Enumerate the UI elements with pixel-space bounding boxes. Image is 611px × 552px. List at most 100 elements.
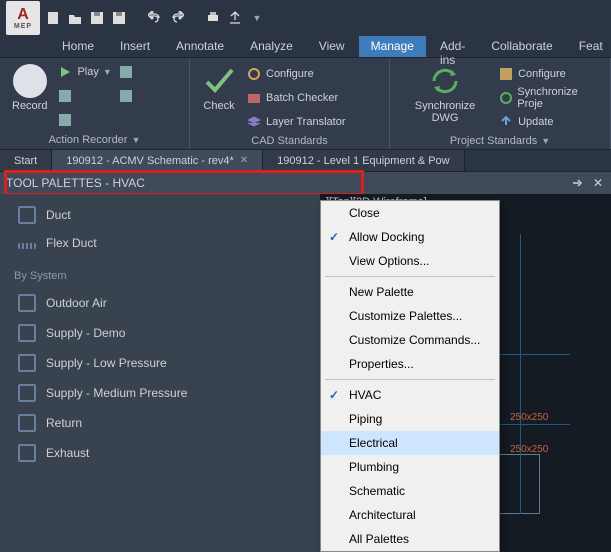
drawing-tab-acmv[interactable]: 190912 - ACMV Schematic - rev4* ✕ (52, 150, 263, 171)
sync-dwg-button[interactable]: Synchronize DWG (398, 62, 492, 126)
square-icon (118, 64, 134, 80)
redo-icon[interactable] (168, 9, 186, 27)
panel-label-cad-standards: CAD Standards (198, 132, 381, 149)
recorder-opt3[interactable] (118, 62, 134, 82)
context-menu-item-architectural[interactable]: Architectural (321, 503, 499, 527)
gear-icon (246, 66, 262, 82)
recorder-opt4[interactable] (118, 86, 134, 106)
undo-icon[interactable] (146, 9, 164, 27)
context-menu-item-allow-docking[interactable]: Allow Docking (321, 225, 499, 249)
update-icon (498, 114, 514, 130)
open-icon[interactable] (66, 9, 84, 27)
ribbon-tab-annotate[interactable]: Annotate (164, 36, 236, 57)
ribbon-tab-insert[interactable]: Insert (108, 36, 162, 57)
ribbon-tab-collaborate[interactable]: Collaborate (479, 36, 564, 57)
play-label: Play (77, 66, 98, 78)
pin-icon[interactable] (571, 177, 585, 189)
context-menu-separator (325, 276, 495, 277)
duct-icon (18, 354, 36, 372)
duct-icon (18, 324, 36, 342)
ribbon-tab-analyze[interactable]: Analyze (238, 36, 305, 57)
ribbon-body: Record Play ▼ Action Recorder ▼ (0, 58, 611, 150)
app-logo: A MEP (6, 1, 40, 35)
app-logo-sub: MEP (14, 23, 32, 30)
saveas-icon[interactable] (110, 9, 128, 27)
app-logo-letter: A (17, 7, 29, 23)
close-icon[interactable]: ✕ (240, 155, 248, 166)
duct-icon (18, 444, 36, 462)
context-menu-item-properties[interactable]: Properties... (321, 352, 499, 376)
context-menu-item-customize-commands[interactable]: Customize Commands... (321, 328, 499, 352)
save-icon[interactable] (88, 9, 106, 27)
quick-access-toolbar: ▼ (44, 9, 266, 27)
layer-translator-button[interactable]: Layer Translator (246, 112, 345, 132)
panel-cad-standards: Check Configure Batch Checker Layer Tran… (190, 58, 390, 149)
panel-label-project-standards[interactable]: Project Standards ▼ (398, 132, 602, 149)
record-button[interactable]: Record (8, 62, 51, 114)
chevron-down-icon: ▼ (541, 136, 550, 146)
print-icon[interactable] (204, 9, 222, 27)
duct-icon (18, 206, 36, 224)
palette-item-duct[interactable]: Duct (0, 200, 320, 230)
close-icon[interactable]: ✕ (591, 176, 605, 190)
square-icon (118, 88, 134, 104)
ribbon-tab-manage[interactable]: Manage (359, 36, 426, 57)
context-menu-item-close[interactable]: Close (321, 201, 499, 225)
check-button[interactable]: Check (198, 62, 240, 114)
layers-icon (246, 114, 262, 130)
square-icon (57, 112, 73, 128)
drawing-tabs: Start 190912 - ACMV Schematic - rev4* ✕ … (0, 150, 611, 172)
palette-item-exhaust[interactable]: Exhaust (0, 438, 320, 468)
ribbon-tab-home[interactable]: Home (50, 36, 106, 57)
drawing-tab-start[interactable]: Start (0, 150, 52, 171)
sync-small-icon (498, 90, 513, 106)
context-menu-item-schematic[interactable]: Schematic (321, 479, 499, 503)
ribbon-tab-featured[interactable]: Feat (567, 36, 611, 57)
record-icon (13, 64, 47, 98)
configure-project-button[interactable]: Configure (498, 64, 602, 84)
palette-item-return[interactable]: Return (0, 408, 320, 438)
tool-palettes-titlebar[interactable]: TOOL PALETTES - HVAC ✕ (0, 172, 611, 194)
new-icon[interactable] (44, 9, 62, 27)
tool-palettes-panel: Duct Flex Duct By System Outdoor Air Sup… (0, 194, 320, 552)
ribbon-tab-addins[interactable]: Add-ins (428, 36, 477, 57)
cad-text-dimension: 250x250 (510, 412, 548, 423)
duct-icon (18, 384, 36, 402)
panel-action-recorder: Record Play ▼ Action Recorder ▼ (0, 58, 190, 149)
update-button[interactable]: Update (498, 112, 602, 132)
cad-text-dimension: 250x250 (510, 444, 548, 455)
configure-standards-button[interactable]: Configure (246, 64, 345, 84)
context-menu-item-customize-palettes[interactable]: Customize Palettes... (321, 304, 499, 328)
drawing-tab-level1[interactable]: 190912 - Level 1 Equipment & Pow (263, 150, 464, 171)
duct-icon (18, 294, 36, 312)
context-menu-item-plumbing[interactable]: Plumbing (321, 455, 499, 479)
palette-item-supply-medium[interactable]: Supply - Medium Pressure (0, 378, 320, 408)
palette-item-supply-demo[interactable]: Supply - Demo (0, 318, 320, 348)
context-menu-item-view-options[interactable]: View Options... (321, 249, 499, 273)
palette-item-supply-low[interactable]: Supply - Low Pressure (0, 348, 320, 378)
batch-icon (246, 90, 262, 106)
export-icon[interactable] (226, 9, 244, 27)
palette-group-header: By System (0, 256, 320, 288)
sync-project-button[interactable]: Synchronize Proje (498, 88, 602, 108)
square-icon (57, 88, 73, 104)
panel-label-action-recorder[interactable]: Action Recorder ▼ (8, 131, 181, 149)
qat-dropdown-icon[interactable]: ▼ (248, 9, 266, 27)
recorder-opt1[interactable] (57, 86, 111, 106)
palette-context-menu: CloseAllow DockingView Options... New Pal… (320, 200, 500, 552)
ribbon-tab-view[interactable]: View (307, 36, 357, 57)
main-area: Duct Flex Duct By System Outdoor Air Sup… (0, 194, 611, 552)
panel-project-standards: Synchronize DWG Configure Synchronize Pr… (390, 58, 611, 149)
palette-item-flex-duct[interactable]: Flex Duct (0, 230, 320, 256)
tool-palettes-title: TOOL PALETTES - HVAC (6, 176, 145, 190)
sync-icon (428, 64, 462, 98)
context-menu-item-piping[interactable]: Piping (321, 407, 499, 431)
batch-checker-button[interactable]: Batch Checker (246, 88, 345, 108)
context-menu-item-electrical[interactable]: Electrical (321, 431, 499, 455)
play-button[interactable]: Play ▼ (57, 62, 111, 82)
context-menu-item-hvac[interactable]: HVAC (321, 383, 499, 407)
recorder-opt2[interactable] (57, 110, 111, 130)
palette-item-outdoor-air[interactable]: Outdoor Air (0, 288, 320, 318)
context-menu-item-new-palette[interactable]: New Palette (321, 280, 499, 304)
context-menu-item-all-palettes[interactable]: All Palettes (321, 527, 499, 551)
